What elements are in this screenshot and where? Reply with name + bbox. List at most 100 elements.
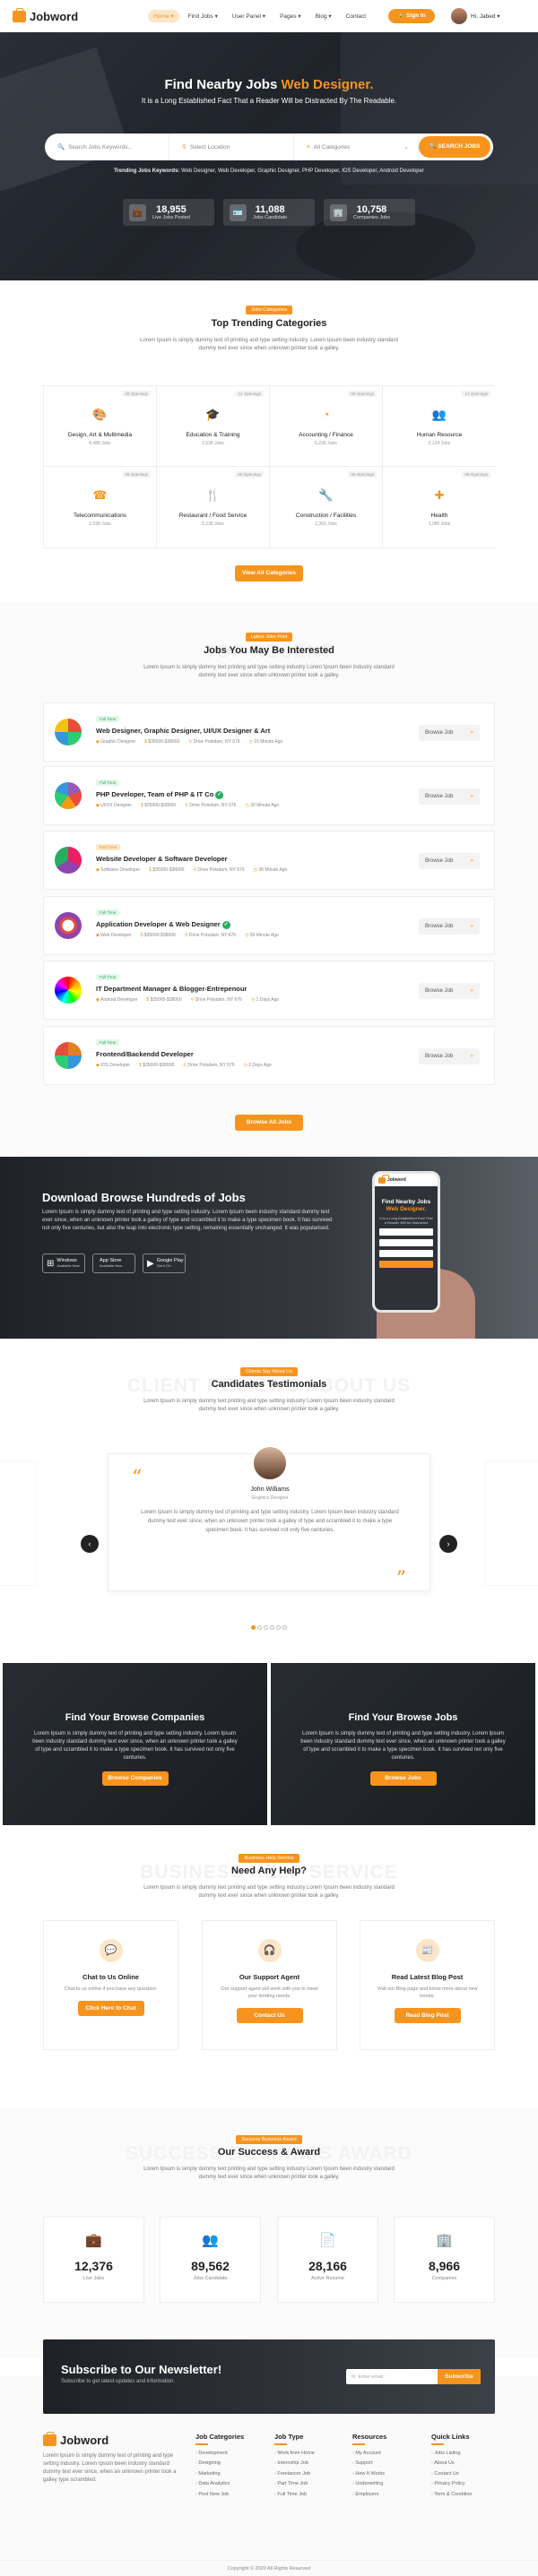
category-card[interactable]: 12 Openings 👥 Human Resource 2,124 Jobs <box>383 386 496 467</box>
carousel-dot[interactable] <box>257 1625 262 1630</box>
footer-logo[interactable]: Jobword <box>43 2432 108 2447</box>
nav-blog[interactable]: Blog ▾ <box>310 10 337 22</box>
phone-subtitle: It is a Long Established Fact That a Rea… <box>379 1216 433 1225</box>
footer-link[interactable]: How It Works <box>352 2471 386 2477</box>
job-card[interactable]: Full Time Web Designer, Graphic Designer,… <box>43 702 495 762</box>
job-title-text: Frontend/Backendd Developer <box>96 1050 194 1058</box>
carousel-next-arrow[interactable]: › <box>439 1535 457 1553</box>
logo[interactable]: Jobword <box>13 7 78 23</box>
job-card[interactable]: Full Time Frontend/Backendd Developer ◆ IO… <box>43 1026 495 1085</box>
carousel-dot[interactable] <box>276 1625 281 1630</box>
signin-button[interactable]: 🔒 Sign In <box>388 9 435 23</box>
footer-link[interactable]: Work from Home <box>274 2451 314 2456</box>
testimonial-name: John Williams <box>250 1486 290 1493</box>
subscribe-button[interactable]: Subscribe <box>438 2369 481 2384</box>
footer-link[interactable]: Full Time Job <box>274 2492 315 2497</box>
stat-companies: 🏢 10,758 Companies Jobs <box>324 199 415 226</box>
category-select[interactable]: ≡ All Categories ⌄ <box>294 134 419 160</box>
location-select[interactable]: ⚲ Select Location <box>169 134 294 160</box>
browse-job-button[interactable]: Browse Job » <box>419 1048 480 1064</box>
job-title[interactable]: IT Department Manager & Blogger-Entrepen… <box>96 985 247 993</box>
browse-jobs-button[interactable]: Browse Jobs <box>369 1771 437 1786</box>
contact-us-button[interactable]: Contact Us <box>236 2008 303 2023</box>
category-card[interactable]: 06 Openings 🎨 Design, Art & Multimedia 8,48… <box>44 386 157 467</box>
browse-job-button[interactable]: Browse Job » <box>419 725 480 741</box>
app-store-button[interactable]: App Store Available Now <box>92 1254 135 1273</box>
read-blog-button[interactable]: Read Blog Post <box>394 2008 461 2023</box>
footer-link[interactable]: About Us <box>431 2460 472 2466</box>
view-all-categories-button[interactable]: View All Categories <box>235 565 303 582</box>
category-count: 1,038 Jobs <box>89 521 111 527</box>
footer-link[interactable]: Support <box>352 2460 386 2466</box>
footer-link[interactable]: Development <box>195 2451 244 2456</box>
nav-home[interactable]: Home ▾ <box>148 10 179 22</box>
job-title[interactable]: Website Developer & Software Developer <box>96 855 228 863</box>
carousel-prev-arrow[interactable]: ‹ <box>81 1535 99 1553</box>
headset-icon: 🎧 <box>257 1939 282 1962</box>
search-input[interactable]: 🔍 Search Jobs Keywords... <box>45 134 169 160</box>
tag-icon: ◆ <box>96 867 100 873</box>
job-title-text: Application Developer & Web Designer <box>96 920 221 928</box>
job-time: ◷ 15 Minute Ago <box>249 739 283 745</box>
job-card[interactable]: Full Time Application Developer & Web Des… <box>43 896 495 955</box>
testimonials-title: Candidates Testimonials <box>211 1379 327 1390</box>
carousel-dot[interactable] <box>264 1625 268 1630</box>
carousel-dot[interactable] <box>251 1625 256 1630</box>
browse-job-button[interactable]: Browse Job » <box>419 983 480 999</box>
search-jobs-button[interactable]: 🔍 SEARCH JOBS <box>419 136 490 158</box>
footer-link[interactable]: My Account <box>352 2451 386 2456</box>
category-card[interactable]: 08 Openings 🔧 Construction / Facilities 2,3… <box>270 467 383 547</box>
footer-link[interactable]: Internship Job <box>274 2460 315 2466</box>
footer-link[interactable]: Part Time Job <box>274 2481 315 2486</box>
category-card[interactable]: 12 Openings 🎓 Education & Training 2,538 Jo… <box>157 386 270 467</box>
footer-link[interactable]: Marketing <box>195 2471 244 2477</box>
job-card[interactable]: Part Time Website Developer & Software De… <box>43 831 495 890</box>
job-title[interactable]: Web Designer, Graphic Designer, UI/UX De… <box>96 727 270 735</box>
job-title[interactable]: Application Developer & Web Designer ✓ <box>96 920 230 929</box>
category-card[interactable]: 06 Openings ✚ Health 1,080 Jobs <box>383 467 496 547</box>
windows-store-button[interactable]: ⊞ Windows Available Now <box>42 1254 85 1273</box>
carousel-dot[interactable] <box>270 1625 274 1630</box>
footer-link[interactable]: Underwriting <box>352 2481 386 2486</box>
category-icon: ≡ <box>307 143 310 151</box>
category-card[interactable]: 06 Openings 🍴 Restaurant / Food Service 5,1… <box>157 467 270 547</box>
newsletter-box: Subscribe to Our Newsletter! Subscribe t… <box>43 2339 495 2414</box>
job-card[interactable]: Full Time IT Department Manager & Blogger… <box>43 961 495 1020</box>
footer-link[interactable]: Freelancer Job <box>274 2471 315 2477</box>
user-menu[interactable]: Hi, Jabed ▾ <box>451 8 500 24</box>
footer-link[interactable]: Contact Us <box>431 2471 472 2477</box>
openings-badge: 06 Openings <box>462 471 490 478</box>
footer-link[interactable]: Jobs Listing <box>431 2451 472 2456</box>
category-card[interactable]: 06 Openings ☎ Telecommunications 1,038 Jobs <box>44 467 157 547</box>
job-title-text: Web Designer, Graphic Designer, UI/UX De… <box>96 727 271 735</box>
footer-link[interactable]: Term & Condition <box>431 2492 472 2497</box>
job-location-text: Drive Potsdam, NY 676 <box>197 867 245 873</box>
job-card[interactable]: Full Time PHP Developer, Team of PHP & IT… <box>43 766 495 825</box>
email-input[interactable]: ✉ Enter email : <box>346 2374 438 2380</box>
browse-companies-button[interactable]: Browse Companies <box>101 1771 169 1786</box>
carousel-dot[interactable] <box>282 1625 287 1630</box>
browse-all-jobs-button[interactable]: Browse All Jobs <box>235 1115 303 1131</box>
chat-button[interactable]: Click Here to Chat <box>77 2001 144 2016</box>
nav-user-panel[interactable]: User Panel ▾ <box>227 10 271 22</box>
footer-link[interactable]: Post New Job <box>195 2492 244 2497</box>
google-play-button[interactable]: ▶ Google Play Get it On <box>143 1254 186 1273</box>
browse-job-button[interactable]: Browse Job » <box>419 788 480 805</box>
nav-pages[interactable]: Pages ▾ <box>274 10 307 22</box>
footer-link[interactable]: Employers <box>352 2492 386 2497</box>
help-card-title: Read Latest Blog Post <box>391 1973 464 1981</box>
category-card[interactable]: 08 Openings ◔ Accounting / Finance 6,238 Jo… <box>270 386 383 467</box>
browse-job-button[interactable]: Browse Job » <box>419 853 480 869</box>
browse-job-button[interactable]: Browse Job » <box>419 918 480 935</box>
footer-link[interactable]: Privacy Policy <box>431 2481 472 2486</box>
email-placeholder: Enter email : <box>358 2374 386 2380</box>
job-title[interactable]: PHP Developer, Team of PHP & IT Co ✓ <box>96 790 224 799</box>
keywords-list[interactable]: Web Designer, Web Developer, Graphic Des… <box>181 168 424 174</box>
nav-find-jobs[interactable]: Find Jobs ▾ <box>183 10 223 22</box>
job-title[interactable]: Frontend/Backendd Developer <box>96 1050 194 1058</box>
company-logo <box>55 719 82 745</box>
footer-link[interactable]: Designing <box>195 2460 244 2466</box>
nav-contact[interactable]: Contact <box>341 11 371 22</box>
category-count: 5,138 Jobs <box>202 521 224 527</box>
footer-link[interactable]: Data Analytics <box>195 2481 244 2486</box>
